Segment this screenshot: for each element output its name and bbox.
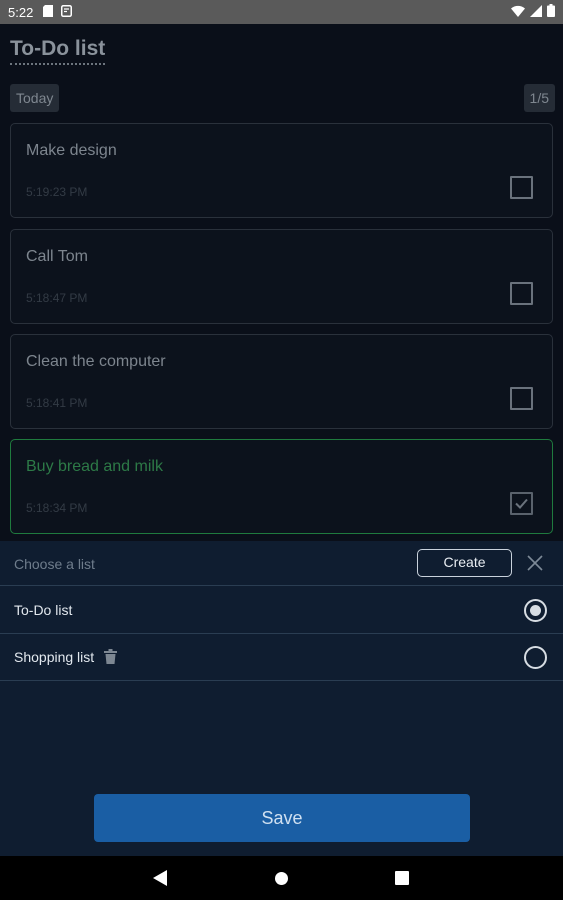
wifi-icon <box>511 5 525 20</box>
list-option-label-wrap: Shopping list <box>14 649 118 667</box>
save-button[interactable]: Save <box>94 794 470 842</box>
task-timestamp: 5:19:23 PM <box>26 185 88 199</box>
list-option-todo[interactable]: To-Do list <box>0 587 563 634</box>
status-bar: 5:22 <box>0 0 563 24</box>
page-counter: 1/5 <box>523 84 555 112</box>
trash-icon[interactable] <box>104 649 118 667</box>
list-option-label: Shopping list <box>14 649 95 665</box>
sd-card-icon <box>43 4 54 20</box>
battery-icon <box>547 4 555 20</box>
create-list-button[interactable]: Create <box>417 549 512 577</box>
task-card[interactable]: Make design 5:19:23 PM <box>10 123 553 218</box>
task-card[interactable]: Buy bread and milk 5:18:34 PM <box>10 439 553 534</box>
sheet-header: Choose a list Create <box>0 541 563 586</box>
task-title: Make design <box>26 142 117 159</box>
recent-apps-icon[interactable] <box>395 871 409 885</box>
task-checkbox[interactable] <box>510 492 533 515</box>
list-option-shopping[interactable]: Shopping list <box>0 634 563 681</box>
task-title: Clean the computer <box>26 353 166 370</box>
signal-icon <box>530 4 542 20</box>
task-timestamp: 5:18:34 PM <box>26 501 88 515</box>
task-checkbox[interactable] <box>510 387 533 410</box>
choose-list-sheet: Choose a list Create To-Do list Shopping… <box>0 541 563 856</box>
list-option-label: To-Do list <box>14 602 73 618</box>
task-checkbox[interactable] <box>510 176 533 199</box>
task-timestamp: 5:18:41 PM <box>26 396 88 410</box>
task-title: Call Tom <box>26 248 88 265</box>
system-nav-bar <box>0 856 563 900</box>
radio-unselected[interactable] <box>524 646 547 669</box>
home-icon[interactable] <box>275 872 288 885</box>
checkmark-icon <box>515 498 528 509</box>
task-timestamp: 5:18:47 PM <box>26 291 88 305</box>
task-card[interactable]: Call Tom 5:18:47 PM <box>10 229 553 324</box>
back-icon[interactable] <box>153 870 167 891</box>
app-notification-icon <box>61 4 73 20</box>
close-icon[interactable] <box>525 553 545 573</box>
page-title[interactable]: To-Do list <box>10 36 106 65</box>
task-title: Buy bread and milk <box>26 458 163 475</box>
sheet-title: Choose a list <box>14 556 95 572</box>
task-checkbox[interactable] <box>510 282 533 305</box>
radio-selected[interactable] <box>524 599 547 622</box>
task-card[interactable]: Clean the computer 5:18:41 PM <box>10 334 553 429</box>
status-time: 5:22 <box>8 4 34 20</box>
todo-app-background: To-Do list Today 1/5 Make design 5:19:23… <box>0 24 563 544</box>
date-filter-chip[interactable]: Today <box>10 84 60 112</box>
